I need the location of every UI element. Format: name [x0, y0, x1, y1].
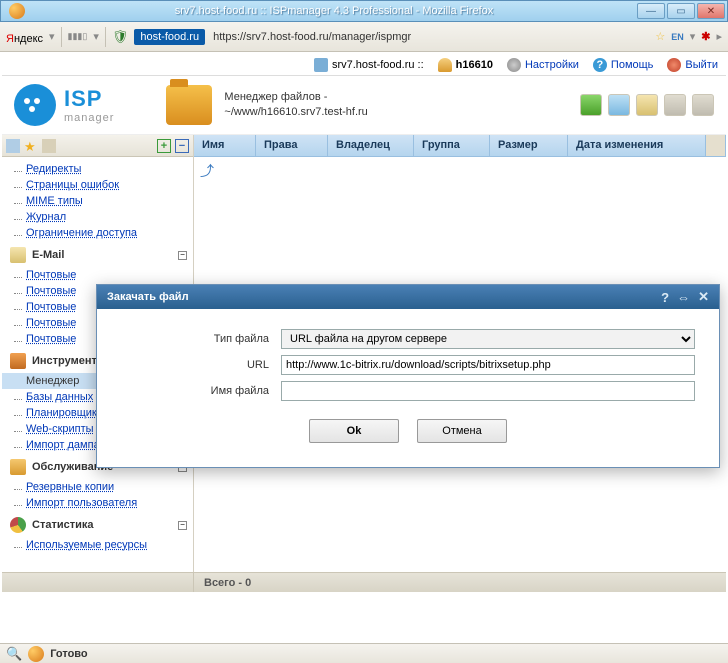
- action-copy-button[interactable]: [664, 94, 686, 116]
- window-close-button[interactable]: ✕: [697, 3, 725, 19]
- type-label: Тип файла: [121, 333, 281, 345]
- help-icon: ?: [593, 58, 607, 72]
- star-icon[interactable]: ★: [24, 139, 38, 153]
- ok-button[interactable]: Ok: [309, 419, 399, 443]
- sidebar-item-mail-0[interactable]: Почтовые: [2, 267, 193, 283]
- server-icon: [314, 58, 328, 72]
- upload-dialog: Закачать файл ? ⇔ ✕ Тип файла URL файла …: [96, 284, 720, 468]
- firefox-small-icon: [28, 646, 44, 662]
- dialog-title: Закачать файл: [107, 291, 653, 303]
- col-perms[interactable]: Права: [256, 135, 328, 156]
- file-table-header: Имя Права Владелец Группа Размер Дата из…: [194, 135, 726, 157]
- app-banner: ISP manager Менеджер файлов - ~/www/h166…: [2, 76, 726, 135]
- col-size[interactable]: Размер: [490, 135, 568, 156]
- yandex-logo[interactable]: Яндекс: [6, 29, 43, 45]
- window-maximize-button[interactable]: ▭: [667, 3, 695, 19]
- action-delete-button[interactable]: [692, 94, 714, 116]
- url-input[interactable]: [281, 355, 695, 375]
- sidebar-item-errorpages[interactable]: Страницы ошибок: [2, 177, 193, 193]
- sidebar-item-log[interactable]: Журнал: [2, 209, 193, 225]
- cancel-button[interactable]: Отмена: [417, 419, 507, 443]
- col-mtime[interactable]: Дата изменения: [568, 135, 706, 156]
- filename-label: Имя файла: [121, 385, 281, 397]
- settings-link[interactable]: Настройки: [507, 58, 579, 72]
- collapse-all-icon[interactable]: −: [175, 139, 189, 153]
- filename-input[interactable]: [281, 381, 695, 401]
- folder-big-icon: [166, 85, 212, 125]
- address-url[interactable]: https://srv7.host-food.ru/manager/ispmgr: [213, 31, 411, 43]
- sidebar-section-stats[interactable]: Статистика−: [2, 511, 193, 537]
- col-owner[interactable]: Владелец: [328, 135, 414, 156]
- firefox-icon: [9, 3, 25, 19]
- dialog-close-icon[interactable]: ✕: [698, 289, 709, 305]
- dialog-help-icon[interactable]: ?: [661, 290, 669, 305]
- list-icon[interactable]: [6, 139, 20, 153]
- breadcrumb: Менеджер файлов - ~/www/h16610.srv7.test…: [224, 90, 568, 121]
- type-select[interactable]: URL файла на другом сервере: [281, 329, 695, 349]
- sidebar-toolbar: ★ + −: [2, 135, 193, 157]
- sidebar-item-access[interactable]: Ограничение доступа: [2, 225, 193, 241]
- site-identity[interactable]: host-food.ru: [134, 29, 205, 45]
- action-new-button[interactable]: [580, 94, 602, 116]
- logout-icon: [667, 58, 681, 72]
- action-upload-button[interactable]: [608, 94, 630, 116]
- dialog-titlebar[interactable]: Закачать файл ? ⇔ ✕: [97, 285, 719, 309]
- sidebar-item-userimport[interactable]: Импорт пользователя: [2, 495, 193, 511]
- browser-statusbar: 🔍 Готово: [0, 643, 728, 663]
- app-statusbar: Всего - 0: [2, 572, 726, 592]
- user-indicator: h16610: [438, 58, 493, 72]
- star-icon[interactable]: ☆: [655, 30, 665, 43]
- user-icon: [438, 58, 452, 72]
- locale-icon[interactable]: EN: [671, 32, 684, 42]
- sidebar-item-mime[interactable]: MIME типы: [2, 193, 193, 209]
- status-text: Готово: [50, 648, 87, 660]
- action-edit-button[interactable]: [636, 94, 658, 116]
- browser-toolbar: Яндекс ▾ ▮▮▮▯ ▾ 🛡 host-food.ru https://s…: [0, 22, 728, 52]
- col-group[interactable]: Группа: [414, 135, 490, 156]
- sidebar-item-redirects[interactable]: Редиректы: [2, 161, 193, 177]
- search-icon[interactable]: 🔍: [6, 646, 22, 662]
- clipboard-icon[interactable]: [42, 139, 56, 153]
- logout-link[interactable]: Выйти: [667, 58, 718, 72]
- url-label: URL: [121, 359, 281, 371]
- maintenance-icon: [10, 459, 26, 475]
- tools-icon: [10, 353, 26, 369]
- window-minimize-button[interactable]: —: [637, 3, 665, 19]
- mail-icon: [10, 247, 26, 263]
- help-link[interactable]: ? Помощь: [593, 58, 654, 72]
- shield-icon: 🛡: [112, 29, 129, 45]
- translate-dropdown-icon[interactable]: ▾: [690, 30, 696, 43]
- sidebar-item-resources[interactable]: Используемые ресурсы: [2, 537, 193, 553]
- app-topbar: srv7.host-food.ru :: h16610 Настройки ? …: [2, 54, 726, 76]
- window-titlebar: srv7.host-food.ru :: ISPmanager 4.3 Prof…: [0, 0, 728, 22]
- server-indicator: srv7.host-food.ru ::: [314, 58, 424, 72]
- piechart-icon: [10, 517, 26, 533]
- app-logo: ISP manager: [14, 84, 114, 126]
- sidebar-section-email[interactable]: E-Mail−: [2, 241, 193, 267]
- total-count: Всего - 0: [194, 577, 251, 589]
- gear-icon: [507, 58, 521, 72]
- col-settings-icon[interactable]: [706, 135, 726, 156]
- sidebar-item-backups[interactable]: Резервные копии: [2, 479, 193, 495]
- col-name[interactable]: Имя: [194, 135, 256, 156]
- dialog-maximize-icon[interactable]: ⇔: [677, 290, 690, 305]
- signal-icon: ▮▮▮▯: [68, 31, 88, 42]
- up-folder-icon[interactable]: ⤴: [200, 163, 214, 179]
- stop-icon[interactable]: ✱: [701, 30, 710, 43]
- expand-all-icon[interactable]: +: [157, 139, 171, 153]
- window-title: srv7.host-food.ru :: ISPmanager 4.3 Prof…: [31, 5, 637, 17]
